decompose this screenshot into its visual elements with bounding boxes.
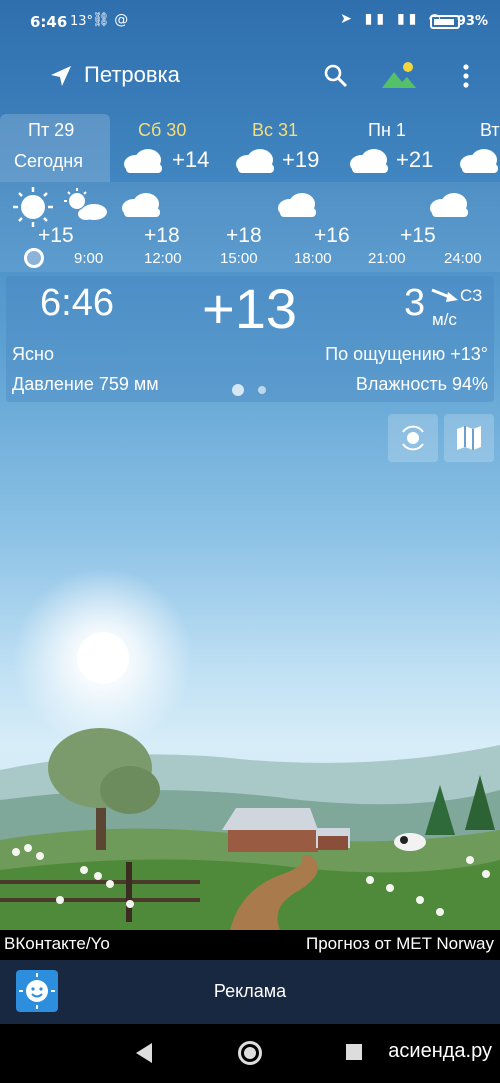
sun [77, 632, 129, 684]
day-name: Вт [480, 120, 500, 140]
search-icon[interactable] [322, 62, 350, 90]
current-conditions-panel[interactable]: 6:46 +13 3 СЗ м/с Ясно По ощущению +13° … [6, 276, 494, 402]
day-tab-today[interactable]: Пт 29 Сегодня [0, 114, 110, 182]
hour-temp: +15 [400, 224, 436, 247]
hour-time: 12:00 [144, 250, 182, 267]
watermark: асиенда.ру [388, 1040, 492, 1062]
pressure: Давление 759 мм [12, 374, 159, 394]
ad-label: Реклама [213, 981, 287, 1001]
map-icon [457, 426, 481, 450]
hour-time: 24:00 [444, 250, 482, 267]
day-tab-sun[interactable]: Вс 31 +19 [226, 114, 336, 182]
day-temp: +19 [282, 147, 320, 172]
battery-icon [430, 15, 460, 29]
cloud-icon [236, 149, 274, 173]
photo-credit[interactable]: ВКонтакте/Yo [4, 934, 110, 954]
map-button[interactable] [444, 414, 494, 462]
landscape-icon[interactable] [380, 60, 418, 90]
day-name: Вс 31 [252, 120, 299, 140]
home-icon[interactable] [238, 1041, 262, 1065]
status-icons-right: ➤ ▮▮ ▮▮ ◠ [340, 11, 444, 27]
day-temp: +21 [396, 147, 434, 172]
hour-temp: +18 [144, 224, 180, 247]
page-indicator-active [232, 384, 244, 396]
system-navigation-bar: асиенда.ру [0, 1024, 500, 1083]
ad-bar[interactable]: Реклама [0, 960, 500, 1024]
day-tab-mon[interactable]: Пн 1 +21 [340, 114, 450, 182]
day-temp: +14 [172, 147, 210, 172]
hour-time: 15:00 [220, 250, 258, 267]
weather-screen: 6:46 13° ⛓ @ ➤ ▮▮ ▮▮ ◠ 93% Петровка Пт 2… [0, 0, 500, 930]
hour-time: 18:00 [294, 250, 332, 267]
sun-orbit-icon [402, 425, 424, 451]
wind-direction-icon [431, 288, 458, 302]
app-bar: Петровка [0, 48, 500, 104]
location-title[interactable]: Петровка [84, 62, 180, 88]
day-name: Пн 1 [368, 120, 406, 140]
current-time: 6:46 [40, 282, 114, 324]
hour-temp: +16 [314, 224, 350, 247]
sun-moon-button[interactable] [388, 414, 438, 462]
current-time-marker [24, 248, 44, 268]
status-icons-left: ⛓ @ [92, 12, 129, 28]
day-subtitle: Сегодня [14, 151, 83, 171]
wind-speed: 3 [404, 282, 426, 324]
status-temp: 13° [70, 14, 94, 29]
day-name: Сб 30 [138, 120, 187, 140]
navigation-arrow-icon[interactable] [50, 65, 72, 87]
cloud-icon [430, 193, 468, 217]
hour-time: 9:00 [74, 250, 104, 267]
back-icon[interactable] [134, 1042, 154, 1064]
day-tab-sat[interactable]: Сб 30 +14 [112, 114, 222, 182]
hour-temp: +18 [226, 224, 262, 247]
more-vert-icon[interactable] [458, 62, 474, 90]
hour-temp: +15 [38, 224, 74, 247]
hourly-forecast-strip[interactable]: +15 +18 +18 +16 +15 9:00 12:00 15:00 18:… [0, 182, 500, 272]
feels-like: По ощущению +13° [325, 344, 488, 364]
hour-time: 21:00 [368, 250, 406, 267]
status-bar: 6:46 13° ⛓ @ ➤ ▮▮ ▮▮ ◠ 93% [0, 0, 500, 44]
source-bar: ВКонтакте/Yo Прогноз от MET Norway [0, 930, 500, 960]
wind-unit: м/с [432, 310, 457, 329]
condition-text: Ясно [12, 344, 54, 364]
humidity: Влажность 94% [355, 374, 488, 394]
sun-icon [13, 187, 53, 227]
forecast-source[interactable]: Прогноз от MET Norway [306, 934, 494, 954]
cloud-icon [278, 193, 316, 217]
cloud-icon [350, 149, 388, 173]
page-indicator [258, 386, 266, 394]
wind-direction: СЗ [460, 286, 483, 305]
day-tab-tue[interactable]: Вт [454, 114, 500, 182]
current-temperature: +13 [202, 277, 297, 340]
recents-icon[interactable] [346, 1044, 362, 1060]
status-time: 6:46 [30, 13, 68, 31]
daily-forecast-row: Пт 29 Сегодня Сб 30 +14 Вс 31 +19 Пн 1 +… [0, 114, 500, 182]
cloud-icon [460, 149, 498, 173]
sun-cloud-icon [64, 188, 107, 220]
battery-percent: 93% [456, 14, 488, 29]
cloud-icon [124, 149, 162, 173]
cloud-icon [122, 193, 160, 217]
day-name: Пт 29 [28, 120, 75, 140]
